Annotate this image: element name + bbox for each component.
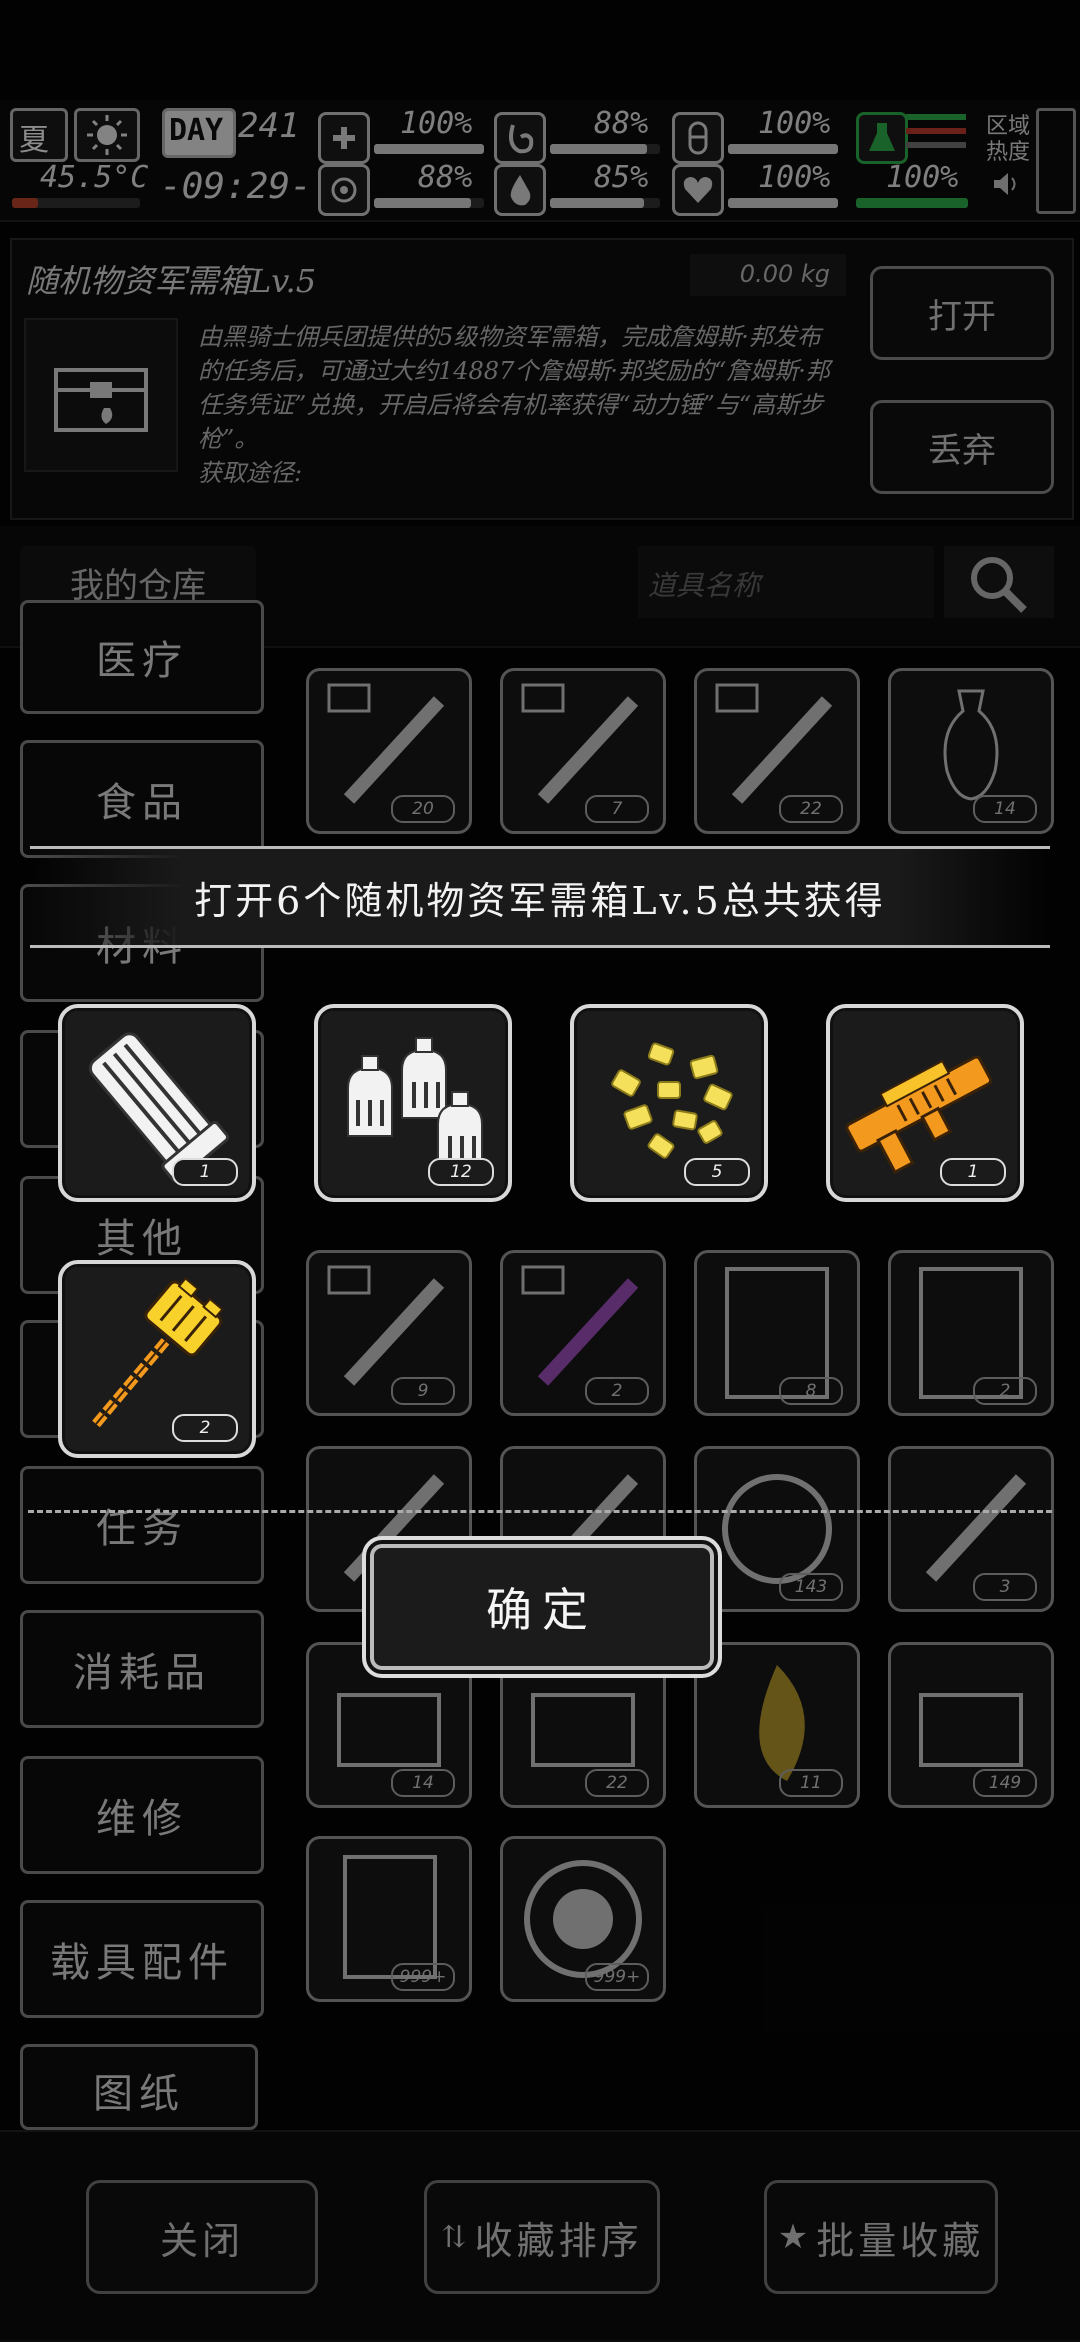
- reward-banner-text: 打开6个随机物资军需箱Lv.5总共获得: [194, 878, 886, 923]
- reward-slot[interactable]: 1: [58, 1004, 256, 1202]
- reward-slot[interactable]: 5: [570, 1004, 768, 1202]
- reward-count: 1: [172, 1158, 238, 1186]
- reward-slot[interactable]: 1: [826, 1004, 1024, 1202]
- reward-banner: 打开6个随机物资军需箱Lv.5总共获得: [30, 846, 1050, 948]
- reward-count: 1: [940, 1158, 1006, 1186]
- modal-divider: [28, 1510, 1052, 1513]
- confirm-button-label: 确定: [486, 1583, 598, 1637]
- reward-slot[interactable]: 12: [314, 1004, 512, 1202]
- reward-slot[interactable]: 2: [58, 1260, 256, 1458]
- reward-count: 5: [684, 1158, 750, 1186]
- reward-count: 12: [428, 1158, 494, 1186]
- confirm-button[interactable]: 确定: [362, 1536, 722, 1678]
- reward-count: 2: [172, 1414, 238, 1442]
